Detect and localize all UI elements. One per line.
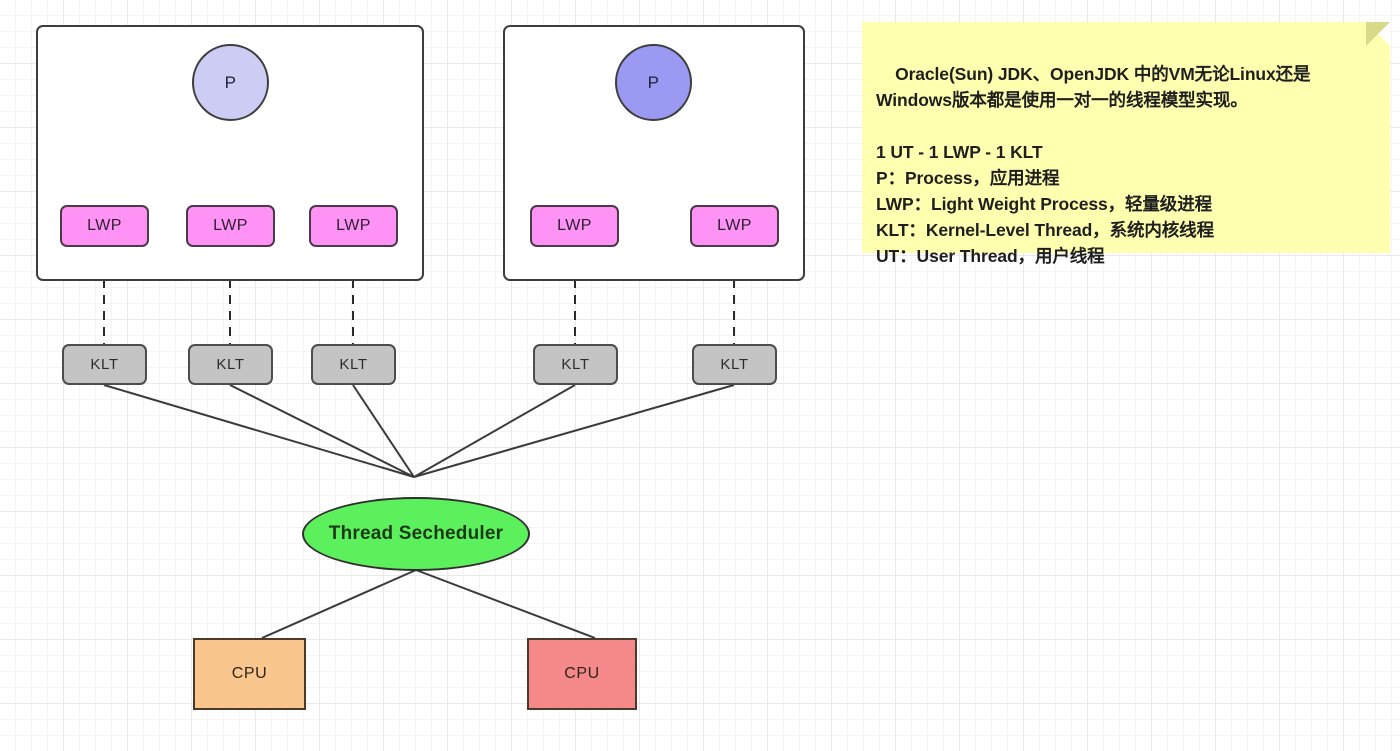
klt-box-3-label: KLT bbox=[339, 356, 368, 373]
klt-box-2[interactable]: KLT bbox=[188, 344, 273, 385]
edge-klt5-to-scheduler bbox=[413, 384, 735, 478]
process-circle-left[interactable]: P bbox=[192, 44, 269, 121]
process-circle-right[interactable]: P bbox=[615, 44, 692, 121]
lwp-box-2-label: LWP bbox=[213, 217, 248, 234]
klt-box-3[interactable]: KLT bbox=[311, 344, 396, 385]
edge-klt1-to-scheduler bbox=[103, 384, 415, 478]
diagram-canvas: P LWP LWP LWP P LWP LWP KLT KLT KLT KLT … bbox=[0, 0, 1400, 751]
cpu-box-2-label: CPU bbox=[564, 665, 600, 682]
process-circle-left-label: P bbox=[224, 72, 237, 92]
lwp-box-4-label: LWP bbox=[557, 217, 592, 234]
lwp-box-2[interactable]: LWP bbox=[186, 205, 275, 247]
legend-note-text: Oracle(Sun) JDK、OpenJDK 中的VM无论Linux还是Win… bbox=[876, 64, 1311, 266]
cpu-box-2[interactable]: CPU bbox=[527, 638, 637, 710]
process-circle-right-label: P bbox=[647, 72, 660, 92]
klt-box-5[interactable]: KLT bbox=[692, 344, 777, 385]
edge-scheduler-to-cpu1 bbox=[261, 569, 417, 639]
klt-box-4[interactable]: KLT bbox=[533, 344, 618, 385]
klt-box-4-label: KLT bbox=[561, 356, 590, 373]
cpu-box-1[interactable]: CPU bbox=[193, 638, 306, 710]
lwp-box-3-label: LWP bbox=[336, 217, 371, 234]
cpu-box-1-label: CPU bbox=[231, 665, 268, 682]
klt-box-2-label: KLT bbox=[216, 356, 245, 373]
thread-scheduler-node[interactable]: Thread Secheduler bbox=[302, 497, 530, 571]
lwp-box-4[interactable]: LWP bbox=[530, 205, 619, 247]
edge-scheduler-to-cpu2 bbox=[415, 569, 596, 639]
note-fold-shadow bbox=[1366, 22, 1390, 46]
thread-scheduler-label: Thread Secheduler bbox=[328, 523, 504, 544]
klt-box-5-label: KLT bbox=[720, 356, 749, 373]
edge-klt4-to-scheduler bbox=[413, 384, 576, 478]
legend-note: Oracle(Sun) JDK、OpenJDK 中的VM无论Linux还是Win… bbox=[862, 22, 1390, 266]
lwp-box-1[interactable]: LWP bbox=[60, 205, 149, 247]
lwp-box-3[interactable]: LWP bbox=[309, 205, 398, 247]
klt-box-1[interactable]: KLT bbox=[62, 344, 147, 385]
klt-box-1-label: KLT bbox=[90, 356, 119, 373]
edge-klt3-to-scheduler bbox=[352, 384, 415, 478]
lwp-box-5-label: LWP bbox=[717, 217, 752, 234]
lwp-box-1-label: LWP bbox=[87, 217, 122, 234]
lwp-box-5[interactable]: LWP bbox=[690, 205, 779, 247]
edge-klt2-to-scheduler bbox=[229, 384, 415, 478]
